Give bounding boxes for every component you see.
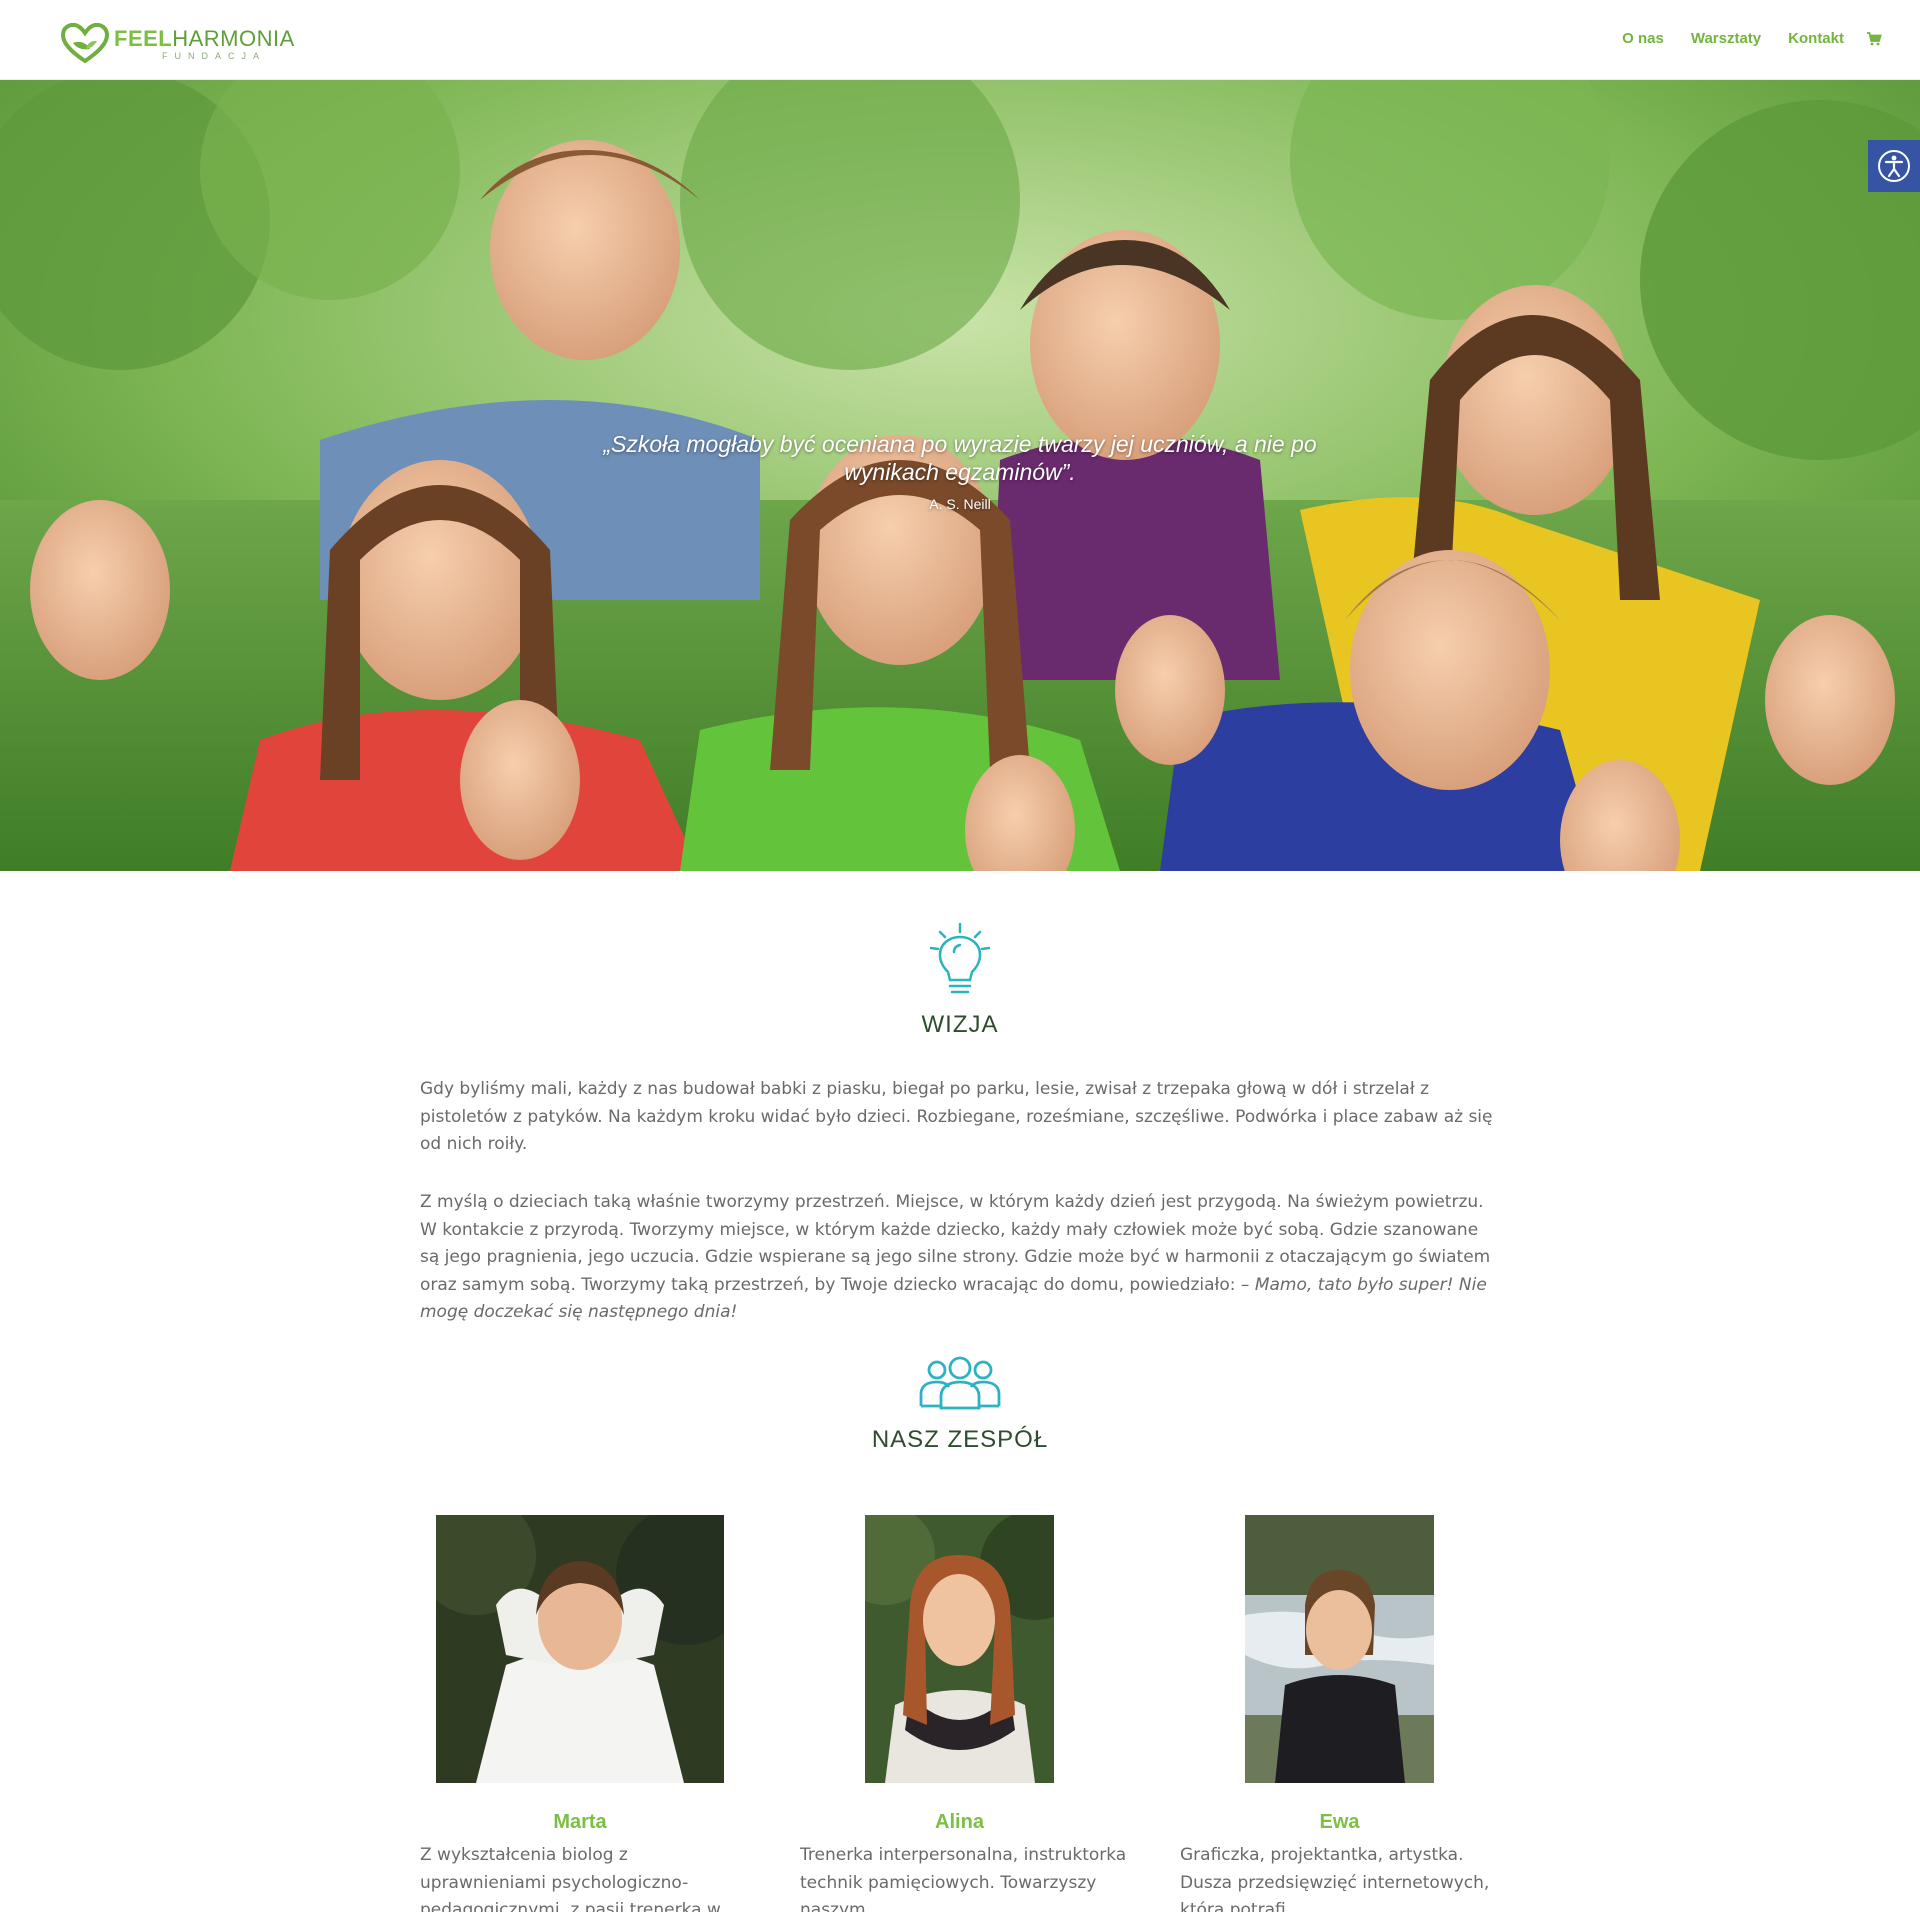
member-name: Alina	[935, 1811, 984, 1833]
nav-item-warsztaty[interactable]: Warsztaty	[1691, 30, 1761, 47]
nav-item-o-nas[interactable]: O nas	[1622, 30, 1664, 47]
site-header: FEELHARMONIA FUNDACJA O nas Warsztaty Ko…	[0, 0, 1920, 80]
member-name: Marta	[553, 1811, 607, 1833]
member-bio: Z wykształcenia biolog z uprawnieniami p…	[420, 1845, 721, 1912]
member-photo	[436, 1515, 724, 1783]
vision-title: WIZJA	[921, 1011, 999, 1038]
member-bio: Graficzka, projektantka, artystka. Dusza…	[1180, 1845, 1490, 1912]
site-logo[interactable]: FEELHARMONIA FUNDACJA	[60, 22, 295, 66]
accessibility-icon	[1878, 150, 1910, 182]
accessibility-button[interactable]	[1868, 140, 1920, 192]
main-nav: O nas Warsztaty Kontakt	[1595, 30, 1882, 47]
quote-author: A. S. Neill	[929, 496, 991, 512]
brand-name-regular: HARMONIA	[172, 25, 295, 51]
nav-item-kontakt[interactable]: Kontakt	[1788, 30, 1844, 47]
vision-paragraph-1: Gdy byliśmy mali, każdy z nas budował ba…	[420, 1079, 1493, 1154]
member-name: Ewa	[1319, 1811, 1360, 1833]
team-title: NASZ ZESPÓŁ	[871, 1426, 1049, 1453]
hero-banner: „Szkoła mogłaby być oceniana po wyrazie …	[0, 80, 1920, 871]
brand-name-bold: FEEL	[114, 25, 173, 51]
vision-paragraph-2: Z myślą o dzieciach taką właśnie tworzym…	[420, 1189, 1500, 1327]
member-photo	[865, 1515, 1054, 1783]
member-photo	[1245, 1515, 1434, 1783]
cart-icon[interactable]	[1866, 31, 1882, 47]
group-icon	[919, 1356, 1001, 1410]
hero-quote: „Szkoła mogłaby być oceniana po wyrazie …	[560, 430, 1360, 512]
quote-text: „Szkoła mogłaby być oceniana po wyrazie …	[603, 431, 1317, 485]
heart-leaf-logo-icon	[60, 23, 110, 64]
lightbulb-icon	[929, 922, 991, 994]
member-bio: Trenerka interpersonalna, instruktorka t…	[800, 1845, 1127, 1912]
brand-subtitle: FUNDACJA	[162, 50, 267, 61]
